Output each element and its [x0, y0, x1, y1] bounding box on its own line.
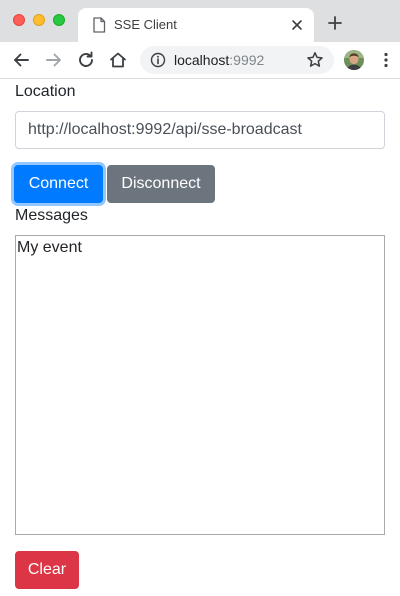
- messages-label: Messages: [15, 207, 88, 224]
- location-label: Location: [15, 83, 76, 100]
- reload-icon[interactable]: [76, 50, 96, 70]
- messages-textarea[interactable]: My event: [15, 235, 385, 535]
- tab-title: SSE Client: [114, 17, 177, 32]
- new-tab-icon[interactable]: [326, 14, 344, 32]
- clear-button[interactable]: Clear: [15, 551, 79, 589]
- location-input[interactable]: [15, 111, 385, 149]
- profile-avatar[interactable]: [344, 50, 364, 70]
- close-tab-icon[interactable]: [288, 16, 306, 34]
- browser-toolbar: localhost:9992: [0, 42, 400, 79]
- home-icon[interactable]: [108, 50, 128, 70]
- address-bar[interactable]: localhost:9992: [140, 46, 334, 74]
- minimize-window-icon[interactable]: [33, 14, 45, 26]
- star-icon[interactable]: [306, 51, 324, 69]
- browser-tab-strip: SSE Client: [0, 0, 400, 42]
- address-url[interactable]: localhost:9992: [174, 52, 264, 68]
- browser-tab[interactable]: SSE Client: [78, 8, 314, 42]
- page-content: Location Connect Disconnect Messages My …: [0, 79, 400, 596]
- connect-button[interactable]: Connect: [14, 165, 103, 203]
- close-window-icon[interactable]: [13, 14, 25, 26]
- maximize-window-icon[interactable]: [53, 14, 65, 26]
- kebab-menu-icon[interactable]: [376, 50, 396, 70]
- address-host: localhost: [174, 52, 230, 68]
- disconnect-button[interactable]: Disconnect: [107, 165, 215, 203]
- forward-arrow-icon[interactable]: [44, 50, 64, 70]
- info-icon[interactable]: [150, 52, 166, 68]
- page-icon: [93, 17, 106, 33]
- address-port: :9992: [229, 52, 265, 68]
- back-arrow-icon[interactable]: [11, 50, 31, 70]
